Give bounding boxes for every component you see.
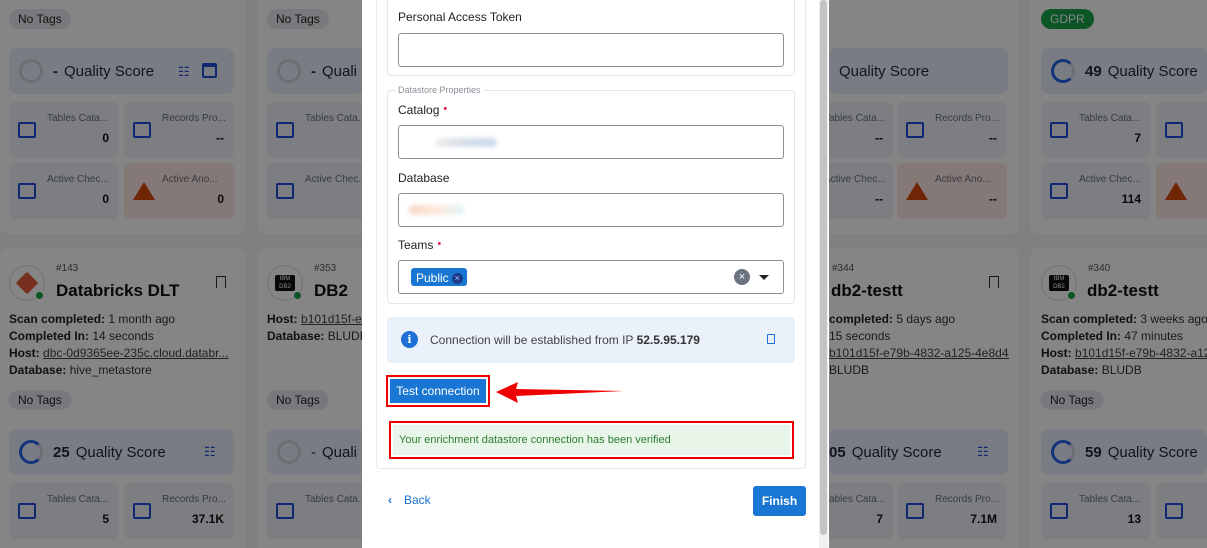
finish-button[interactable]: Finish xyxy=(753,486,806,516)
chevron-left-icon: ‹ xyxy=(388,493,392,507)
annotation-arrow xyxy=(496,382,624,403)
back-button[interactable]: ‹ Back xyxy=(388,493,431,507)
scrollbar-thumb[interactable] xyxy=(820,0,827,535)
test-connection-button[interactable]: Test connection xyxy=(386,375,490,407)
arrow-shape xyxy=(496,382,624,403)
verification-message: Your enrichment datastore connection has… xyxy=(389,421,794,459)
